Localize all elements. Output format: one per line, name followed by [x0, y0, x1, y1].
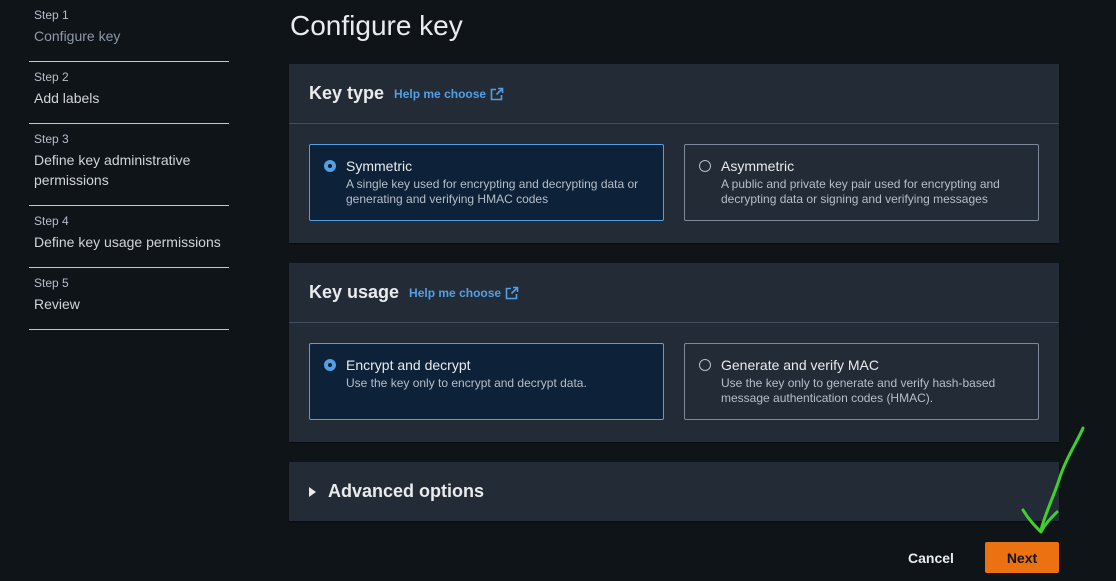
- option-label: Encrypt and decrypt: [346, 357, 471, 373]
- option-label: Symmetric: [346, 158, 413, 174]
- radio-selected-icon[interactable]: [324, 359, 336, 371]
- step-number: Step 1: [34, 8, 69, 22]
- advanced-options-panel: Advanced options: [289, 462, 1059, 521]
- option-description: A single key used for encrypting and dec…: [346, 177, 639, 206]
- key-usage-header: Key usage Help me choose: [289, 263, 1059, 323]
- step-usage-permissions[interactable]: Step 4 Define key usage permissions: [29, 206, 229, 268]
- page: Step 1 Configure key Step 2 Add labels S…: [0, 0, 1116, 581]
- step-number: Step 4: [34, 214, 69, 228]
- step-number: Step 5: [34, 276, 69, 290]
- key-usage-help-link[interactable]: Help me choose: [409, 286, 519, 300]
- key-type-help-link[interactable]: Help me choose: [394, 87, 504, 101]
- option-description: Use the key only to encrypt and decrypt …: [346, 376, 587, 390]
- step-configure-key: Step 1 Configure key: [29, 0, 229, 62]
- help-link-label[interactable]: Help me choose: [394, 87, 486, 101]
- step-title: Configure key: [34, 28, 121, 44]
- step-title[interactable]: Add labels: [34, 88, 224, 108]
- help-link-label[interactable]: Help me choose: [409, 286, 501, 300]
- next-button[interactable]: Next: [985, 542, 1059, 573]
- advanced-options-toggle[interactable]: Advanced options: [289, 462, 1059, 521]
- step-add-labels[interactable]: Step 2 Add labels: [29, 62, 229, 124]
- wizard-steps: Step 1 Configure key Step 2 Add labels S…: [29, 0, 229, 330]
- symmetric-option[interactable]: Symmetric A single key used for encrypti…: [309, 144, 664, 221]
- step-review[interactable]: Step 5 Review: [29, 268, 229, 330]
- option-label: Asymmetric: [721, 158, 795, 174]
- annotation-arrow-icon: [1021, 426, 1085, 534]
- step-title[interactable]: Review: [34, 294, 224, 314]
- option-description: Use the key only to generate and verify …: [721, 376, 996, 405]
- step-admin-permissions[interactable]: Step 3 Define key administrative permiss…: [29, 124, 229, 206]
- radio-unselected-icon[interactable]: [699, 359, 711, 371]
- caret-right-icon[interactable]: [309, 486, 316, 497]
- option-description: A public and private key pair used for e…: [721, 177, 1000, 206]
- external-link-icon: [505, 286, 519, 299]
- step-title[interactable]: Define key usage permissions: [34, 232, 224, 252]
- step-number: Step 3: [34, 132, 69, 146]
- radio-selected-icon[interactable]: [324, 160, 336, 172]
- generate-verify-mac-option[interactable]: Generate and verify MAC Use the key only…: [684, 343, 1039, 420]
- key-usage-title: Key usage: [309, 282, 400, 302]
- cancel-button[interactable]: Cancel: [896, 542, 966, 573]
- step-title[interactable]: Define key administrative permissions: [34, 150, 224, 190]
- step-number: Step 2: [34, 70, 69, 84]
- page-title: Configure key: [290, 10, 463, 41]
- advanced-options-label[interactable]: Advanced options: [328, 481, 484, 502]
- encrypt-decrypt-option[interactable]: Encrypt and decrypt Use the key only to …: [309, 343, 664, 420]
- external-link-icon: [490, 87, 504, 100]
- key-usage-panel: Key usage Help me choose Encrypt and dec…: [289, 263, 1059, 442]
- key-type-title: Key type: [309, 83, 385, 103]
- asymmetric-option[interactable]: Asymmetric A public and private key pair…: [684, 144, 1039, 221]
- key-type-panel: Key type Help me choose Symmetric A sing…: [289, 64, 1059, 243]
- radio-unselected-icon[interactable]: [699, 160, 711, 172]
- option-label: Generate and verify MAC: [721, 357, 879, 373]
- key-type-header: Key type Help me choose: [289, 64, 1059, 124]
- key-usage-options: Encrypt and decrypt Use the key only to …: [289, 323, 1059, 440]
- key-type-options: Symmetric A single key used for encrypti…: [289, 124, 1059, 241]
